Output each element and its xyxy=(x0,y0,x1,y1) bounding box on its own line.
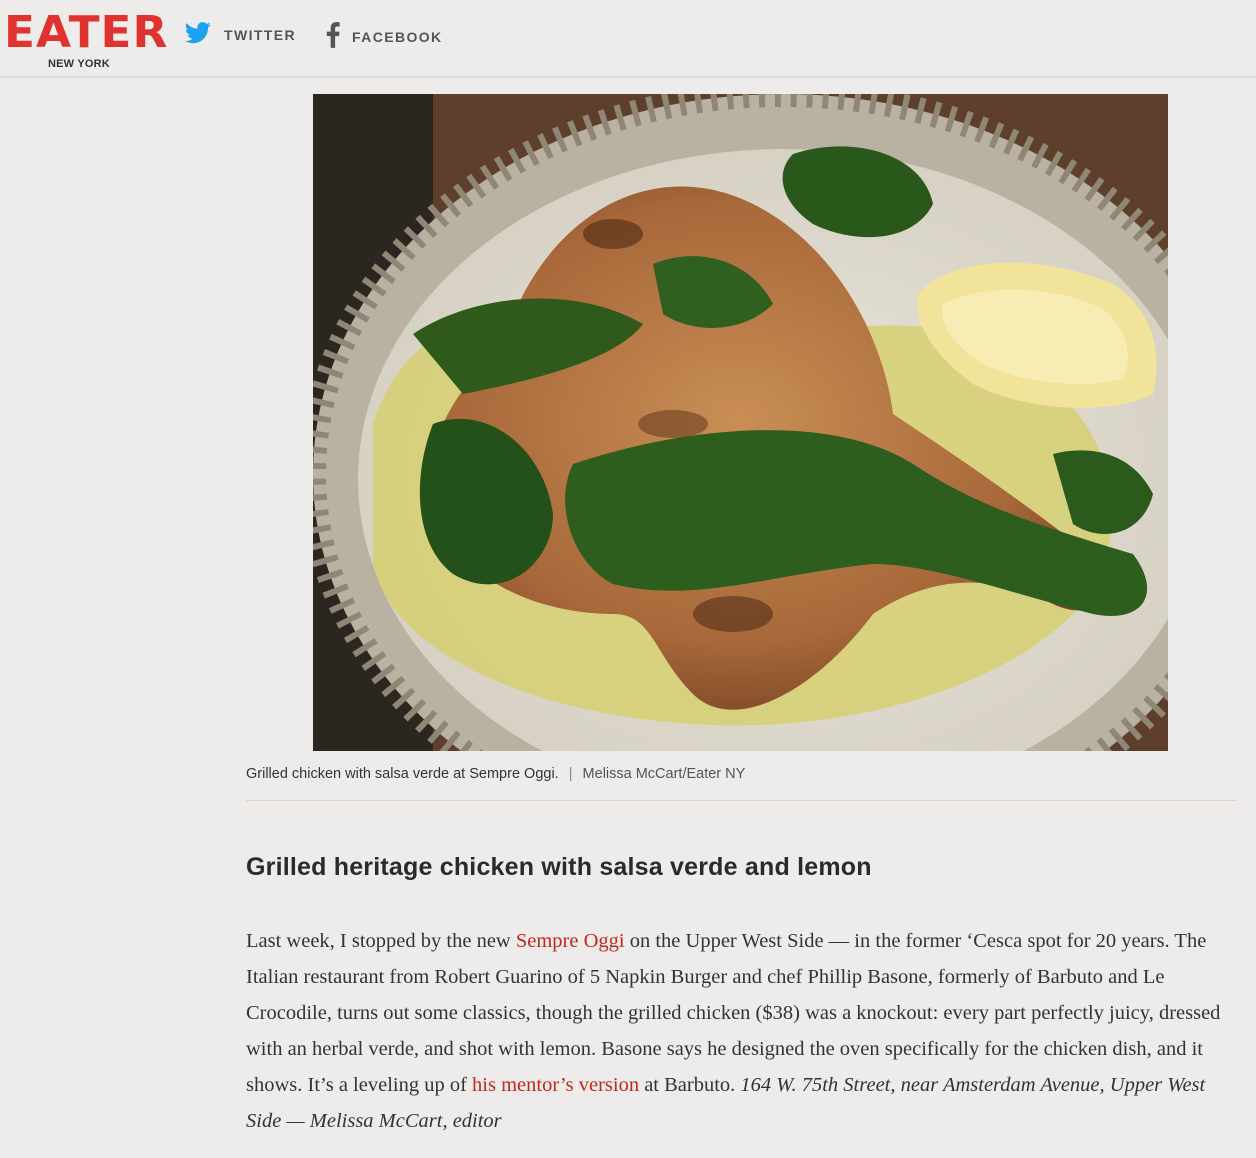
facebook-f-icon xyxy=(326,22,340,51)
caption-divider xyxy=(246,800,1236,801)
body-text-part-3: at Barbuto. xyxy=(639,1073,741,1096)
photo-caption: Grilled chicken with salsa verde at Semp… xyxy=(246,766,1236,782)
caption-separator: | xyxy=(568,766,573,782)
article-body: Last week, I stopped by the new Sempre O… xyxy=(246,923,1236,1139)
site-header: EATER NEW YORK TWITTER FACEBOOK xyxy=(0,0,1256,78)
twitter-bird-icon xyxy=(184,22,212,47)
facebook-label: FACEBOOK xyxy=(352,28,443,45)
logo-wordmark: EATER xyxy=(4,7,169,58)
twitter-label: TWITTER xyxy=(224,26,297,43)
eater-new-york-logo[interactable]: EATER NEW YORK xyxy=(4,10,167,72)
article-headline: Grilled heritage chicken with salsa verd… xyxy=(246,853,872,881)
facebook-share-link[interactable]: FACEBOOK xyxy=(326,22,443,51)
body-text-part-1: Last week, I stopped by the new xyxy=(246,929,516,952)
mentors-version-link[interactable]: his mentor’s version xyxy=(472,1074,639,1096)
twitter-share-link[interactable]: TWITTER xyxy=(184,22,296,47)
logo-city: NEW YORK xyxy=(48,58,110,70)
body-text-part-2: on the Upper West Side — in the former ‘… xyxy=(246,929,1221,1096)
sempre-oggi-link[interactable]: Sempre Oggi xyxy=(516,930,625,952)
caption-text: Grilled chicken with salsa verde at Semp… xyxy=(246,766,559,782)
photo-credit: Melissa McCart/Eater NY xyxy=(582,766,746,782)
grilled-chicken-photo xyxy=(313,94,1168,751)
